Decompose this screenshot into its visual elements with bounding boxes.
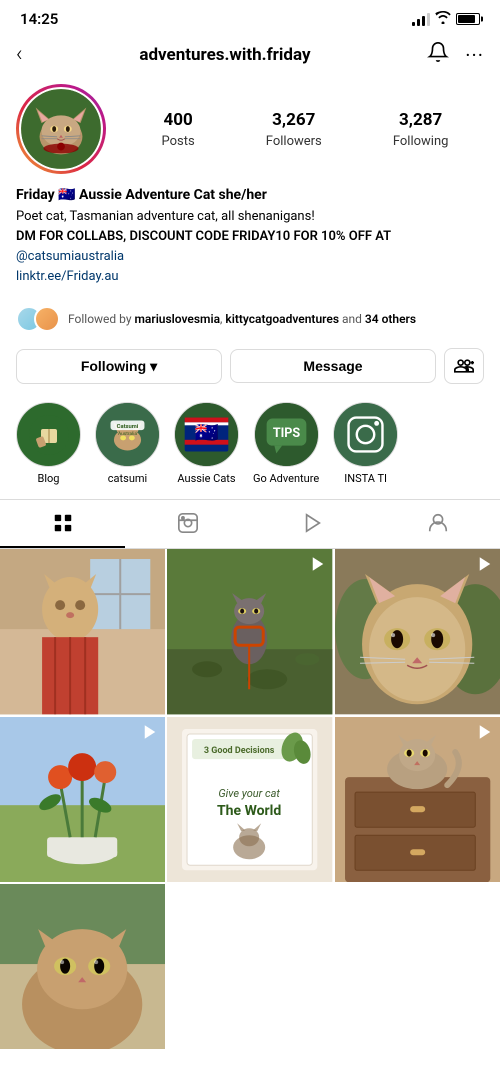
- highlight-aussie-label: Aussie Cats: [177, 472, 235, 485]
- grid-item-6[interactable]: [335, 717, 500, 882]
- profile-username: adventures.with.friday: [139, 45, 310, 65]
- following-label: Following: [393, 134, 449, 149]
- tab-bar: [0, 499, 500, 549]
- tab-grid[interactable]: [0, 500, 125, 548]
- followers-stat[interactable]: 3,267 Followers: [266, 110, 322, 149]
- svg-text:Australia: Australia: [118, 431, 137, 437]
- bio-line2: DM FOR COLLABS, DISCOUNT CODE FRIDAY10 F…: [16, 228, 484, 246]
- avatar: [21, 89, 101, 169]
- tab-play[interactable]: [250, 500, 375, 548]
- highlight-circle-blog: [16, 402, 81, 467]
- following-stat[interactable]: 3,287 Following: [393, 110, 449, 149]
- bio-link1[interactable]: @catsumiaustralia: [16, 248, 484, 266]
- highlight-tips[interactable]: TIPS Go Adventure: [253, 402, 319, 485]
- status-bar: 14:25: [0, 0, 500, 33]
- photo-grid: 3 Good Decisions Give your cat The World: [0, 549, 500, 1049]
- highlight-blog-label: Blog: [38, 472, 60, 485]
- grid-item-7[interactable]: [0, 884, 165, 1049]
- posts-label: Posts: [162, 134, 195, 149]
- svg-text:3 Good Decisions: 3 Good Decisions: [204, 746, 275, 756]
- svg-text:Catsumi: Catsumi: [117, 425, 139, 431]
- back-button[interactable]: ‹: [16, 42, 23, 67]
- posts-count: 400: [162, 110, 195, 130]
- highlight-insta-label: INSTA TI: [344, 472, 387, 485]
- action-buttons: Following ▾ Message: [0, 340, 500, 392]
- highlight-circle-tips: TIPS: [254, 402, 319, 467]
- following-button[interactable]: Following ▾: [16, 349, 222, 384]
- svg-text:The World: The World: [217, 803, 281, 819]
- video-indicator-2: [309, 555, 327, 577]
- notifications-icon[interactable]: [427, 41, 449, 68]
- mutual-avatar-2: [34, 306, 60, 332]
- highlight-insta[interactable]: INSTA TI: [333, 402, 398, 485]
- video-indicator-4: [141, 723, 159, 745]
- video-indicator-3: [476, 555, 494, 577]
- tab-tagged[interactable]: [375, 500, 500, 548]
- highlight-catsumi-label: catsumi: [108, 472, 147, 485]
- profile-avatar-ring[interactable]: [16, 84, 106, 174]
- followers-count: 3,267: [266, 110, 322, 130]
- profile-top: 400 Posts 3,267 Followers 3,287 Followin…: [16, 84, 484, 174]
- battery-icon: [456, 13, 480, 25]
- add-person-button[interactable]: [444, 348, 484, 384]
- highlight-circle-insta: [333, 402, 398, 467]
- highlights-row: Blog Catsumi Australia catsumi: [0, 392, 500, 495]
- grid-item-2[interactable]: [167, 549, 332, 714]
- highlight-tips-label: Go Adventure: [253, 472, 319, 485]
- grid-item-4[interactable]: [0, 717, 165, 882]
- wifi-icon: [435, 11, 451, 28]
- status-time: 14:25: [20, 10, 58, 28]
- more-options-icon[interactable]: ···: [465, 43, 484, 67]
- grid-item-1[interactable]: [0, 549, 165, 714]
- status-icons: [412, 11, 480, 28]
- mutual-avatars: [16, 306, 60, 332]
- bio-link2[interactable]: linktr.ee/Friday.au: [16, 268, 484, 286]
- header-action-icons: ···: [427, 41, 484, 68]
- posts-stat[interactable]: 400 Posts: [162, 110, 195, 149]
- video-indicator-6: [476, 723, 494, 745]
- tab-reels[interactable]: [125, 500, 250, 548]
- svg-text:TIPS: TIPS: [272, 426, 300, 441]
- mutual-followers: Followed by mariuslovesmia, kittycatgoad…: [0, 298, 500, 340]
- bio-line1: Poet cat, Tasmanian adventure cat, all s…: [16, 208, 484, 226]
- highlight-circle-catsumi: Catsumi Australia: [95, 402, 160, 467]
- stats-row: 400 Posts 3,267 Followers 3,287 Followin…: [126, 110, 484, 149]
- message-button[interactable]: Message: [230, 349, 436, 383]
- highlight-catsumi[interactable]: Catsumi Australia catsumi: [95, 402, 160, 485]
- header-nav: ‹ adventures.with.friday ···: [0, 33, 500, 76]
- bio-section: Friday 🇦🇺 Aussie Adventure Cat she/her P…: [0, 186, 500, 298]
- bio-name: Friday 🇦🇺 Aussie Adventure Cat she/her: [16, 186, 484, 206]
- mutual-text: Followed by mariuslovesmia, kittycatgoad…: [68, 312, 484, 326]
- grid-item-3[interactable]: [335, 549, 500, 714]
- highlight-aussie[interactable]: 🇦🇺 Aussie Cats: [174, 402, 239, 485]
- grid-item-5[interactable]: 3 Good Decisions Give your cat The World: [167, 717, 332, 882]
- svg-text:Give your cat: Give your cat: [219, 787, 281, 800]
- profile-section: 400 Posts 3,267 Followers 3,287 Followin…: [0, 76, 500, 174]
- signal-icon: [412, 12, 430, 26]
- highlight-circle-aussie: 🇦🇺: [174, 402, 239, 467]
- svg-text:🇦🇺: 🇦🇺: [194, 421, 218, 444]
- highlight-blog[interactable]: Blog: [16, 402, 81, 485]
- followers-label: Followers: [266, 134, 322, 149]
- following-count: 3,287: [393, 110, 449, 130]
